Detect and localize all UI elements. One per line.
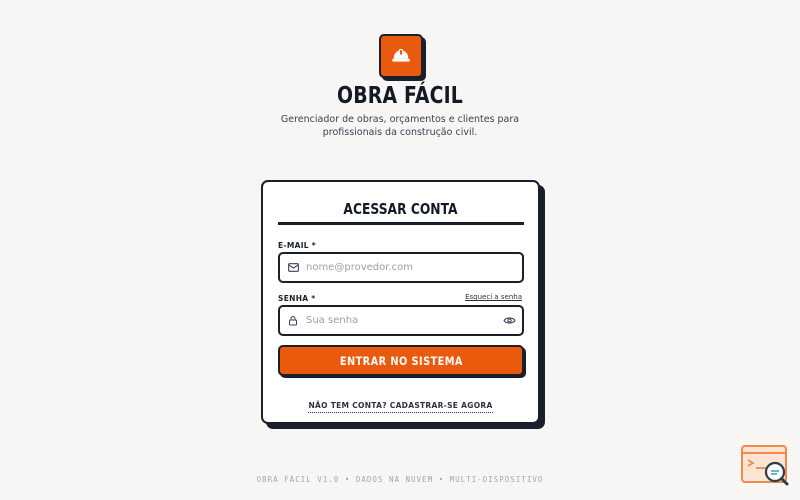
email-field-wrapper [278,252,524,283]
submit-button-label: ENTRAR NO SISTEMA [339,353,463,368]
brand-logo [379,34,423,78]
signup-link[interactable]: NÃO TEM CONTA? CADASTRAR-SE AGORA [308,401,493,413]
brand-subtitle: Gerenciador de obras, orçamentos e clien… [280,114,520,138]
forgot-password-link[interactable]: Esqueci a senha [465,293,522,301]
login-card: ACESSAR CONTA E-MAIL * SENHA * Esqueci a… [261,180,540,424]
submit-button[interactable]: ENTRAR NO SISTEMA [278,345,524,376]
eye-icon[interactable] [496,307,522,334]
brand-title: OBRA FÁCIL [337,83,463,109]
hard-hat-icon [392,49,410,62]
email-input[interactable] [306,254,522,281]
login-page: OBRA FÁCIL Gerenciador de obras, orçamen… [0,0,800,500]
password-input[interactable] [306,307,496,334]
email-label: E-MAIL * [278,241,317,250]
password-label: SENHA * [278,294,316,303]
mail-icon [280,254,306,281]
lock-icon [280,307,306,334]
password-field-wrapper [278,305,524,336]
search-code-icon[interactable] [740,444,792,490]
footer-text: OBRA FÁCIL V1.0 • DADOS NA NUVEM • MULTI… [256,475,544,484]
title-divider [278,222,524,225]
card-title: ACESSAR CONTA [343,200,458,218]
signup-link-row: NÃO TEM CONTA? CADASTRAR-SE AGORA [263,393,538,413]
